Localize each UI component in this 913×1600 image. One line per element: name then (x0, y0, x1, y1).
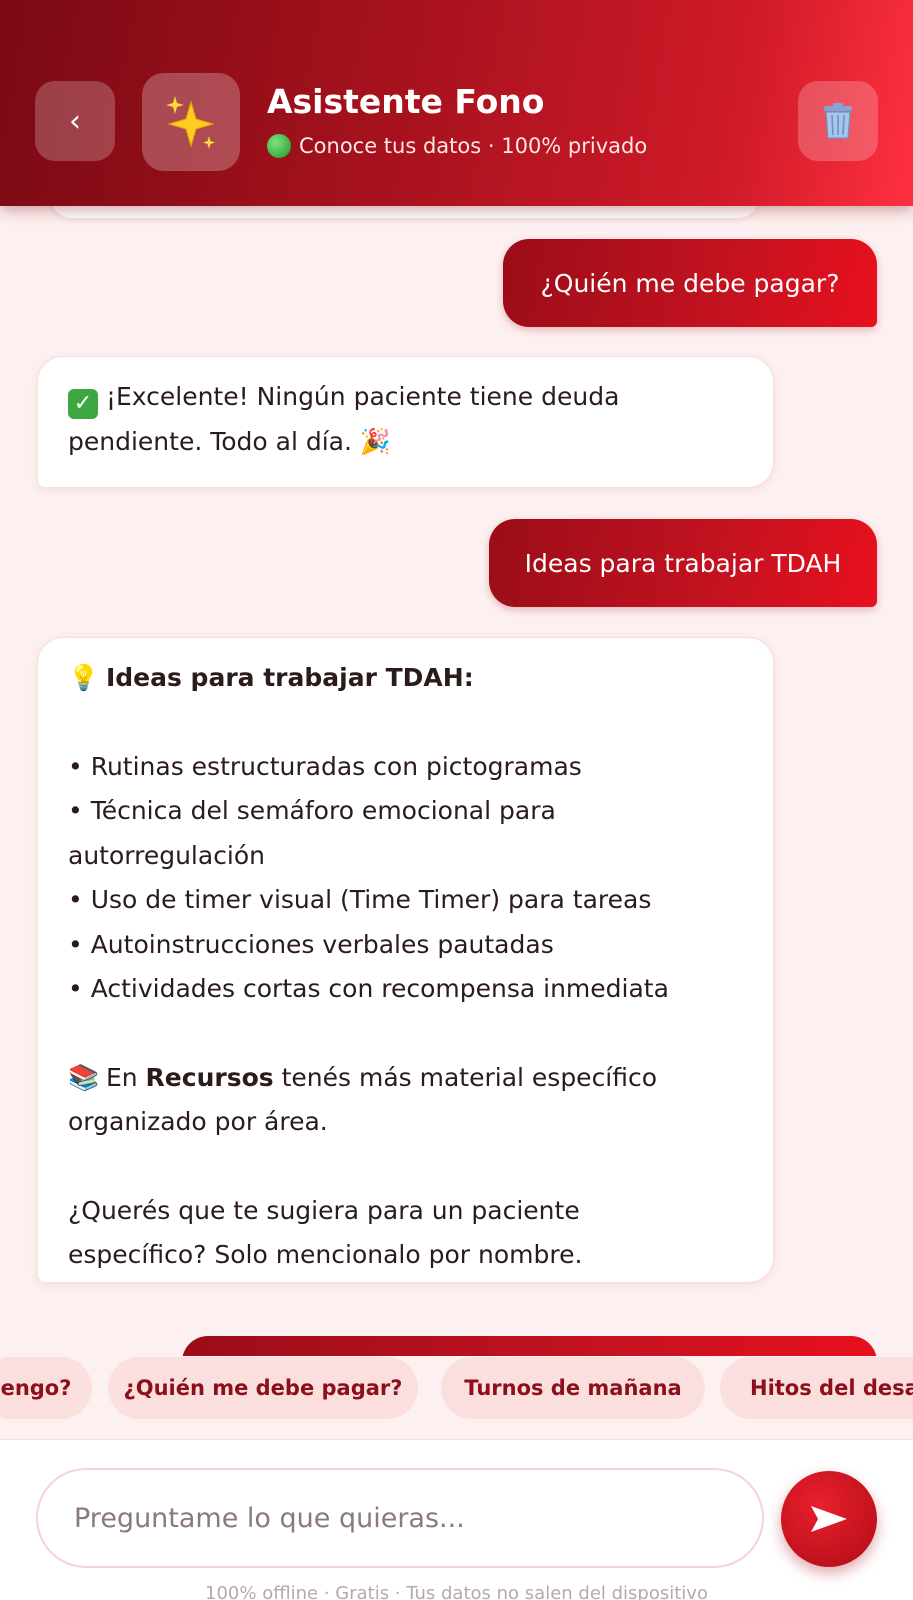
bullet-item: • Técnica del semáforo emocional para (68, 796, 556, 825)
books-icon: 📚 (68, 1062, 100, 1092)
bullet-item: • Autoinstrucciones verbales pautadas (68, 929, 554, 959)
assistant-title: Asistente Fono (267, 82, 545, 121)
suggestion-chips[interactable]: engo? ¿Quién me debe pagar? Turnos de ma… (0, 1356, 913, 1440)
suggestion-chip[interactable]: Hitos del desar (720, 1357, 913, 1419)
bullet-item: • Rutinas estructuradas con pictogramas (68, 751, 582, 781)
bot-message: 💡 Ideas para trabajar TDAH: • Rutinas es… (37, 637, 774, 1283)
online-status-icon (267, 134, 291, 158)
bot-message-line: ✓ ¡Excelente! Ningún paciente tiene deud… (68, 375, 743, 420)
suggestion-chip[interactable]: engo? (0, 1357, 92, 1419)
bot-text: organizado por área. (68, 1107, 328, 1136)
user-message: Ideas para trabajar TDAH (489, 519, 877, 607)
bot-message-line: pendiente. Todo al día. 🎉 (68, 420, 743, 465)
bot-text: tenés más material específico (281, 1062, 658, 1092)
message-input[interactable] (36, 1468, 764, 1568)
assistant-avatar (142, 73, 240, 171)
bot-text: pendiente. Todo al día. (68, 426, 352, 456)
privacy-footer: 100% offline · Gratis · Tus datos no sal… (205, 1583, 708, 1600)
user-message-text: Ideas para trabajar TDAH (524, 548, 842, 578)
composer: 100% offline · Gratis · Tus datos no sal… (0, 1440, 913, 1600)
clear-chat-button[interactable] (798, 81, 878, 161)
send-icon (811, 1506, 847, 1532)
bot-heading: 💡 Ideas para trabajar TDAH: (68, 656, 743, 701)
bullet-item: • Uso de timer visual (Time Timer) para … (68, 885, 652, 914)
trash-icon (824, 103, 852, 139)
bot-text: específico? Solo mencionalo por nombre. (68, 1240, 583, 1269)
check-mark-icon: ✓ (68, 389, 98, 419)
back-button[interactable]: ‹ (35, 81, 115, 161)
suggestion-chip[interactable]: Turnos de mañana (441, 1357, 705, 1419)
resources-line: 📚 En Recursos tenés más material específ… (68, 1056, 743, 1101)
send-button[interactable] (781, 1471, 877, 1567)
bullet-item: • Actividades cortas con recompensa inme… (68, 974, 669, 1003)
resources-link-text: Recursos (145, 1062, 274, 1092)
party-popper-icon: 🎉 (359, 426, 392, 456)
sparkles-icon (161, 92, 221, 152)
bot-heading-text: Ideas para trabajar TDAH: (105, 663, 474, 692)
assistant-status: Conoce tus datos · 100% privado (267, 134, 647, 158)
user-message-text: ¿Quién me debe pagar? (540, 268, 840, 298)
status-text: Conoce tus datos · 100% privado (299, 134, 648, 158)
previous-message-edge (50, 206, 760, 218)
bot-text: ¿Querés que te sugiera para un paciente (68, 1195, 580, 1225)
bullet-item: autorregulación (68, 840, 266, 870)
bot-text: ¡Excelente! Ningún paciente tiene deuda (105, 382, 620, 411)
user-message: ¿Quién me debe pagar? (503, 239, 877, 327)
chat-messages[interactable]: ¿Quién me debe pagar? ✓ ¡Excelente! Ning… (0, 206, 913, 1356)
chevron-left-icon: ‹ (69, 103, 81, 139)
light-bulb-icon: 💡 (68, 663, 100, 692)
suggestion-chip[interactable]: ¿Quién me debe pagar? (108, 1357, 418, 1419)
bot-message: ✓ ¡Excelente! Ningún paciente tiene deud… (37, 356, 774, 488)
chat-header: ‹ Asistente Fono Conoce tus datos · 100%… (0, 0, 913, 206)
bot-text: En (105, 1062, 138, 1092)
